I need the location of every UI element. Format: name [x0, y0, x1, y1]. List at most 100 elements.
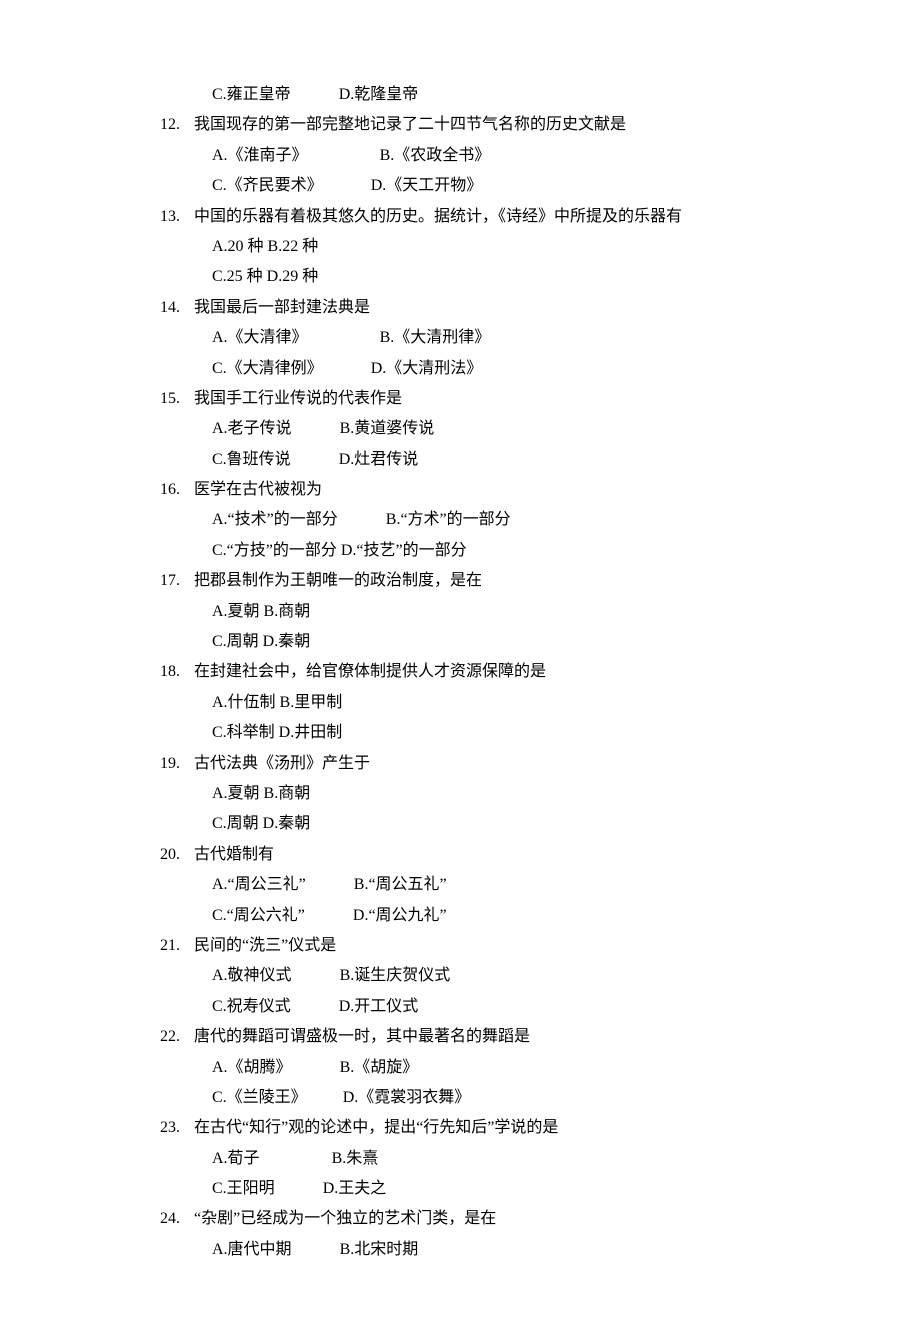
option-line: A.唐代中期 B.北宋时期: [140, 1235, 800, 1265]
option-line: A.夏朝 B.商朝: [140, 779, 800, 809]
option-text: C.《齐民要术》: [212, 177, 323, 194]
question-row: 22 .唐代的舞蹈可谓盛极一时，其中最著名的舞蹈是: [140, 1022, 800, 1052]
option-text: B.《农政全书》: [380, 147, 491, 164]
option-text: A.敬神仪式: [212, 967, 292, 984]
question-number: 22: [140, 1022, 176, 1052]
question-dot: .: [176, 293, 194, 323]
question-number: 13: [140, 202, 176, 232]
option-text: D.灶君传说: [339, 451, 419, 468]
question-row: 15 .我国手工行业传说的代表作是: [140, 384, 800, 414]
question-number: 17: [140, 566, 176, 596]
option-line: C.《兰陵王》D.《霓裳羽衣舞》: [140, 1083, 800, 1113]
option-text: A.夏朝 B.商朝: [212, 785, 310, 802]
question-stem: 医学在古代被视为: [194, 475, 800, 505]
option-line: C.“方技”的一部分 D.“技艺”的一部分: [140, 536, 800, 566]
option-line: A.荀子B.朱熹: [140, 1144, 800, 1174]
option-line: C.周朝 D.秦朝: [140, 627, 800, 657]
question-dot: .: [176, 1204, 194, 1234]
option-line: A.什伍制 B.里甲制: [140, 688, 800, 718]
question-number: 16: [140, 475, 176, 505]
question-row: 21 .民间的“洗三”仪式是: [140, 931, 800, 961]
option-line: C.科举制 D.井田制: [140, 718, 800, 748]
option-text: D.《天工开物》: [371, 177, 483, 194]
option-text: B.北宋时期: [340, 1241, 419, 1258]
option-text: C.“方技”的一部分 D.“技艺”的一部分: [212, 542, 467, 559]
question-number: 15: [140, 384, 176, 414]
question-row: 16 .医学在古代被视为: [140, 475, 800, 505]
question-dot: .: [176, 657, 194, 687]
question-stem: 唐代的舞蹈可谓盛极一时，其中最著名的舞蹈是: [194, 1022, 800, 1052]
option-text: C.25 种 D.29 种: [212, 268, 318, 285]
option-text: C.王阳明: [212, 1180, 275, 1197]
question-stem: 我国最后一部封建法典是: [194, 293, 800, 323]
option-line: A.敬神仪式 B.诞生庆贺仪式: [140, 961, 800, 991]
option-line: A.夏朝 B.商朝: [140, 597, 800, 627]
question-row: 13 .中国的乐器有着极其悠久的历史。据统计，《诗经》中所提及的乐器有: [140, 202, 800, 232]
option-d: D.乾隆皇帝: [339, 86, 419, 103]
option-line: C.祝寿仪式 D.开工仪式: [140, 992, 800, 1022]
question-number: 24: [140, 1204, 176, 1234]
question-row: 12 .我国现存的第一部完整地记录了二十四节气名称的历史文献是: [140, 110, 800, 140]
option-text: C.“周公六礼”: [212, 907, 305, 924]
option-text: C.周朝 D.秦朝: [212, 815, 310, 832]
option-text: A.“周公三礼”: [212, 876, 306, 893]
option-text: A.《胡腾》: [212, 1059, 292, 1076]
option-text: C.周朝 D.秦朝: [212, 633, 310, 650]
option-line: A.《淮南子》 B.《农政全书》: [140, 141, 800, 171]
question-dot: .: [176, 110, 194, 140]
question-number: 19: [140, 749, 176, 779]
question-row: 19 .古代法典《汤刑》产生于: [140, 749, 800, 779]
option-line: A.老子传说 B.黄道婆传说: [140, 414, 800, 444]
option-text: A.《淮南子》: [212, 147, 308, 164]
option-text: B.黄道婆传说: [340, 420, 435, 437]
option-line: A.“技术”的一部分B.“方术”的一部分: [140, 505, 800, 535]
question-row: 14 .我国最后一部封建法典是: [140, 293, 800, 323]
option-line: C.《齐民要术》 D.《天工开物》: [140, 171, 800, 201]
question-row: 17 .把郡县制作为王朝唯一的政治制度，是在: [140, 566, 800, 596]
question-dot: .: [176, 749, 194, 779]
question-row: 20 .古代婚制有: [140, 840, 800, 870]
question-dot: .: [176, 1113, 194, 1143]
option-line: A.《胡腾》B.《胡旋》: [140, 1053, 800, 1083]
question-stem: 我国手工行业传说的代表作是: [194, 384, 800, 414]
option-c: C.雍正皇帝: [212, 86, 291, 103]
question-row: 18 .在封建社会中，给官僚体制提供人才资源保障的是: [140, 657, 800, 687]
option-text: D.王夫之: [323, 1180, 387, 1197]
option-text: C.祝寿仪式: [212, 998, 291, 1015]
question-number: 12: [140, 110, 176, 140]
option-text: A.20 种 B.22 种: [212, 238, 318, 255]
question-stem: 民间的“洗三”仪式是: [194, 931, 800, 961]
question-number: 21: [140, 931, 176, 961]
question-stem: “杂剧”已经成为一个独立的艺术门类，是在: [194, 1204, 800, 1234]
option-line: C.“周公六礼” D.“周公九礼”: [140, 901, 800, 931]
question-stem: 在古代“知行”观的论述中，提出“行先知后”学说的是: [194, 1113, 800, 1143]
option-text: D.“周公九礼”: [353, 907, 447, 924]
pre-question-options: C.雍正皇帝 D.乾隆皇帝: [140, 80, 800, 110]
question-row: 23 .在古代“知行”观的论述中，提出“行先知后”学说的是: [140, 1113, 800, 1143]
option-text: A.老子传说: [212, 420, 292, 437]
option-line: C.王阳明 D.王夫之: [140, 1174, 800, 1204]
option-text: B.朱熹: [332, 1150, 379, 1167]
question-dot: .: [176, 931, 194, 961]
question-dot: .: [176, 475, 194, 505]
question-stem: 古代法典《汤刑》产生于: [194, 749, 800, 779]
option-text: B.诞生庆贺仪式: [340, 967, 451, 984]
option-text: D.《大清刑法》: [371, 360, 483, 377]
question-stem: 中国的乐器有着极其悠久的历史。据统计，《诗经》中所提及的乐器有: [194, 202, 800, 232]
option-line: C.《大清律例》D.《大清刑法》: [140, 354, 800, 384]
option-text: B.《大清刑律》: [380, 329, 491, 346]
option-text: B.“方术”的一部分: [386, 511, 511, 528]
option-text: A.什伍制 B.里甲制: [212, 694, 342, 711]
option-text: D.开工仪式: [339, 998, 419, 1015]
option-text: B.“周公五礼”: [354, 876, 447, 893]
option-text: A.唐代中期: [212, 1241, 292, 1258]
question-row: 24 .“杂剧”已经成为一个独立的艺术门类，是在: [140, 1204, 800, 1234]
option-text: C.科举制 D.井田制: [212, 724, 342, 741]
question-stem: 在封建社会中，给官僚体制提供人才资源保障的是: [194, 657, 800, 687]
question-stem: 古代婚制有: [194, 840, 800, 870]
question-dot: .: [176, 840, 194, 870]
option-line: A.20 种 B.22 种: [140, 232, 800, 262]
option-line: C.周朝 D.秦朝: [140, 809, 800, 839]
question-dot: .: [176, 1022, 194, 1052]
option-line: A.“周公三礼” B.“周公五礼”: [140, 870, 800, 900]
